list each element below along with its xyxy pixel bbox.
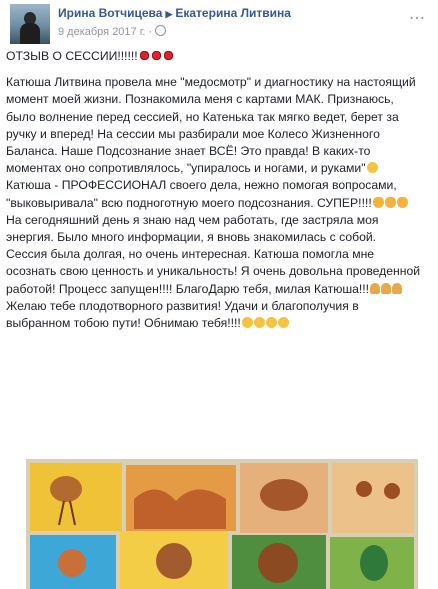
rose-emoji-icon xyxy=(162,51,174,61)
post-line: выбранном тобою пути! Обнимаю тебя!!!! xyxy=(6,316,241,331)
post-line: Сессия была долгая, но очень интересная.… xyxy=(6,247,375,262)
post-line: "выковыривала" всю подноготную моего под… xyxy=(6,195,372,210)
post-header: Ирина Вотчицева ▶ Екатерина Литвина 9 дека… xyxy=(6,4,432,44)
pray-emoji-icon xyxy=(370,282,381,294)
post-line-wrap: моментах оно сопротивлялось, "упиралось … xyxy=(6,160,434,177)
post-title: ОТЗЫВ О СЕССИИ!!!!!! xyxy=(6,49,138,63)
share-arrow-icon: ▶ xyxy=(165,9,173,19)
smile-emoji-icon xyxy=(277,317,289,329)
pray-emoji-icon xyxy=(392,282,403,294)
post-line-wrap: выбранном тобою пути! Обнимаю тебя!!!! xyxy=(6,315,434,332)
post-date[interactable]: 9 декабря 2017 г. xyxy=(58,26,145,38)
post-line-wrap: работой! Процесс запущен!!!! БлагоДарю т… xyxy=(6,281,434,298)
smile-emoji-icon xyxy=(241,317,253,329)
mak-cards-illustration xyxy=(26,459,418,589)
post-line: момент моей жизни. Познакомила меня с ка… xyxy=(6,92,394,107)
post-line: Катюша - ПРОФЕССИОНАЛ своего дела, нежно… xyxy=(6,178,397,193)
avatar-body xyxy=(20,23,40,44)
clap-emoji-icon xyxy=(384,196,396,208)
post-line: энергия. Было много информации, я вновь … xyxy=(6,230,377,245)
thinking-emoji-icon xyxy=(366,162,378,174)
meta-separator: · xyxy=(148,26,153,38)
pray-emoji-icon xyxy=(381,282,392,294)
clap-emoji-icon xyxy=(396,196,408,208)
post-line: Желаю тебе плодотворного развития! Удачи… xyxy=(6,298,359,313)
smile-emoji-icon xyxy=(253,317,265,329)
rose-emoji-icon xyxy=(150,51,162,61)
post-line: Катюша Литвина провела мне "медосмотр" и… xyxy=(6,75,416,90)
post-authors: Ирина Вотчицева ▶ Екатерина Литвина xyxy=(58,6,291,20)
post-line: ручку и вперед! На сессии мы разбирали м… xyxy=(6,126,380,141)
post-line: было волнение перед сессией, но Катенька… xyxy=(6,109,399,124)
clap-emoji-icon xyxy=(372,196,384,208)
post-line: осознать свою ценность и уникальность! Я… xyxy=(6,264,421,279)
smile-emoji-icon xyxy=(265,317,277,329)
more-options-icon[interactable]: ⋯ xyxy=(409,8,426,28)
post-body: ОТЗЫВ О СЕССИИ!!!!!! Катюша Литвина пров… xyxy=(6,48,434,332)
post-photo[interactable] xyxy=(26,459,418,589)
post-title-line: ОТЗЫВ О СЕССИИ!!!!!! xyxy=(6,48,434,65)
globe-icon[interactable] xyxy=(155,25,167,36)
author-name-link[interactable]: Ирина Вотчицева xyxy=(58,6,162,20)
post-line: Баланса. Наше Подсознание знает ВСЁ! Это… xyxy=(6,144,371,159)
rose-emoji-icon xyxy=(138,51,150,61)
post-line: работой! Процесс запущен!!!! БлагоДарю т… xyxy=(6,281,370,296)
card-figures xyxy=(332,463,414,533)
avatar[interactable] xyxy=(10,4,50,44)
recipient-name-link[interactable]: Екатерина Литвина xyxy=(175,6,291,20)
post-line: моментах оно сопротивлялось, "упиралось … xyxy=(6,161,366,176)
post-line: На сегодняшний день я знаю над чем работ… xyxy=(6,212,379,227)
post-meta: 9 декабря 2017 г. · xyxy=(58,25,167,38)
post-line-wrap: "выковыривала" всю подноготную моего под… xyxy=(6,195,434,212)
